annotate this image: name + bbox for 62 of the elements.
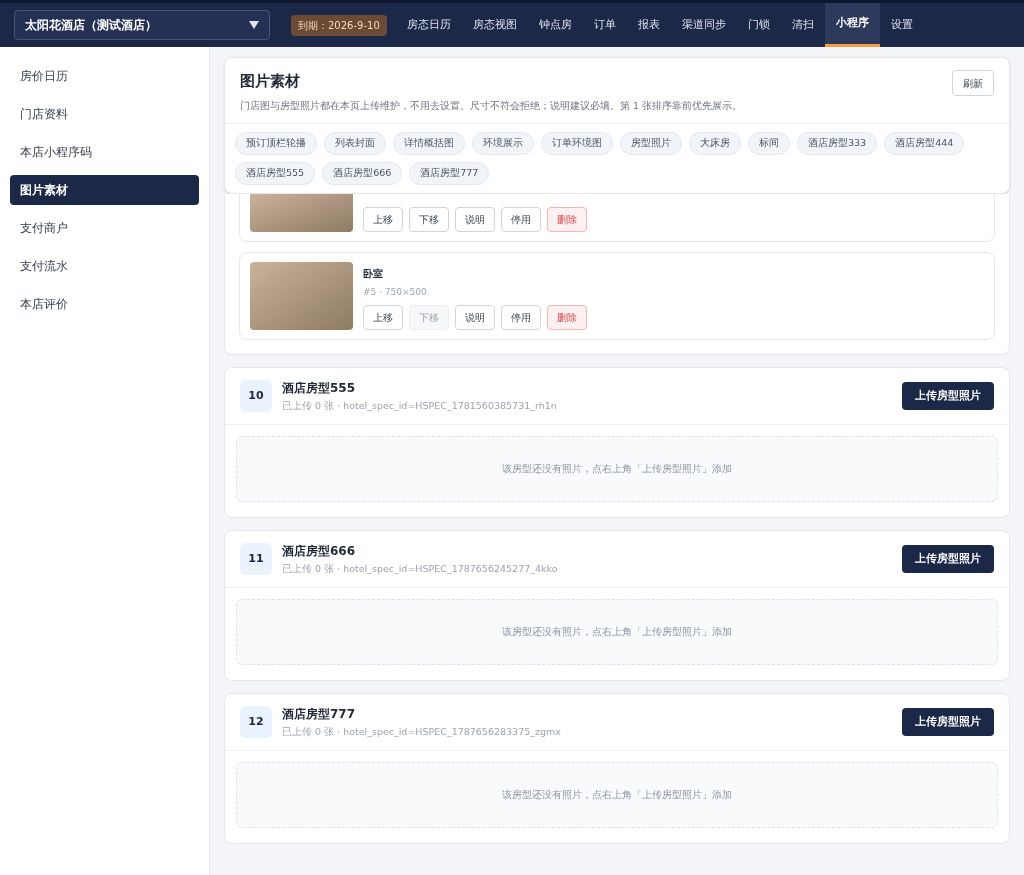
photo-title: 卧室 (363, 267, 384, 282)
photo-action-button[interactable]: 停用 (501, 206, 541, 232)
photo-action-button[interactable]: 说明 (455, 206, 495, 232)
category-chip[interactable]: 订单环境图 (541, 131, 613, 155)
category-chip[interactable]: 详情概括图 (393, 131, 465, 155)
upload-button[interactable]: 上传房型照片 (902, 544, 994, 573)
dropdown-caret-icon (249, 21, 259, 29)
nav-tab[interactable]: 清扫 (780, 3, 825, 47)
nav-tab[interactable]: 渠道同步 (670, 3, 737, 47)
room-type-name: 酒店房型555 (282, 379, 357, 397)
photo-meta: #5 · 750×500 (363, 286, 428, 300)
room-type-meta: 已上传 0 张 · hotel_spec_id=HSPEC_1787656283375_zgmx (282, 724, 561, 739)
category-chip[interactable]: 酒店房型555 (235, 161, 316, 185)
page-title: 图片素材 (240, 71, 301, 92)
sidebar-item[interactable]: 支付商户 (10, 213, 199, 243)
room-type-name: 酒店房型777 (282, 705, 357, 723)
sidebar-item[interactable]: 图片素材 (10, 175, 199, 205)
room-type-meta: 已上传 0 张 · hotel_spec_id=HSPEC_1781560385731_rh1n (282, 398, 557, 413)
category-chip[interactable]: 标间 (748, 131, 790, 155)
category-chip[interactable]: 酒店房型777 (409, 161, 490, 185)
photo-action-button[interactable]: 删除 (547, 304, 587, 330)
photo-action-button[interactable]: 删除 (547, 206, 587, 232)
empty-message: 该房型还没有照片，点右上角「上传房型照片」添加 (502, 625, 732, 640)
expiry-badge: 到期：2026-9-10 (291, 14, 387, 36)
nav-tab[interactable]: 小程序 (824, 3, 880, 47)
sidebar-item[interactable]: 本店小程序码 (10, 137, 199, 167)
sidebar-item[interactable]: 房价日历 (10, 61, 199, 91)
nav-tab[interactable]: 钟点房 (527, 3, 583, 47)
sidebar-item[interactable]: 支付流水 (10, 251, 199, 281)
category-chip[interactable]: 房型照片 (620, 131, 682, 155)
category-chip[interactable]: 预订顶栏轮播 (235, 131, 317, 155)
photo-action-button[interactable]: 下移 (409, 206, 449, 232)
sidebar-item[interactable]: 门店资料 (10, 99, 199, 129)
nav-tab[interactable]: 设置 (879, 3, 924, 47)
category-chip[interactable]: 酒店房型666 (322, 161, 403, 185)
category-chip[interactable]: 酒店房型333 (797, 131, 878, 155)
nav-tab[interactable]: 房态视图 (461, 3, 528, 47)
category-chip[interactable]: 环境展示 (472, 131, 534, 155)
refresh-button[interactable]: 刷新 (952, 70, 994, 96)
category-chip[interactable]: 列表封面 (324, 131, 386, 155)
nav-tab[interactable]: 门锁 (736, 3, 781, 47)
nav-tab[interactable]: 订单 (582, 3, 627, 47)
index-badge: 12 (240, 705, 272, 738)
index-badge: 10 (240, 379, 272, 412)
nav-tab[interactable]: 房态日历 (395, 3, 462, 47)
category-chip[interactable]: 酒店房型444 (884, 131, 965, 155)
nav-tab[interactable]: 报表 (626, 3, 671, 47)
room-type-meta: 已上传 0 张 · hotel_spec_id=HSPEC_1787656245277_4kko (282, 561, 558, 576)
store-selector[interactable]: 太阳花酒店（测试酒店） (14, 10, 270, 40)
category-chip[interactable]: 大床房 (689, 131, 741, 155)
upload-button[interactable]: 上传房型照片 (902, 381, 994, 410)
photo-action-button[interactable]: 停用 (501, 304, 541, 330)
empty-message: 该房型还没有照片，点右上角「上传房型照片」添加 (502, 462, 732, 477)
photo-action-button[interactable]: 说明 (455, 304, 495, 330)
page-description: 门店图与房型照片都在本页上传维护，不用去设置。尺寸不符会拒绝；说明建议必填。第 1 张排序靠前优先展示。 (240, 98, 743, 113)
photo-action-button[interactable]: 上移 (363, 206, 403, 232)
index-badge: 11 (240, 542, 272, 575)
sidebar-item[interactable]: 本店评价 (10, 289, 199, 319)
upload-button[interactable]: 上传房型照片 (902, 707, 994, 736)
room-type-name: 酒店房型666 (282, 542, 357, 560)
photo-action-button[interactable]: 上移 (363, 304, 403, 330)
empty-message: 该房型还没有照片，点右上角「上传房型照片」添加 (502, 788, 732, 803)
